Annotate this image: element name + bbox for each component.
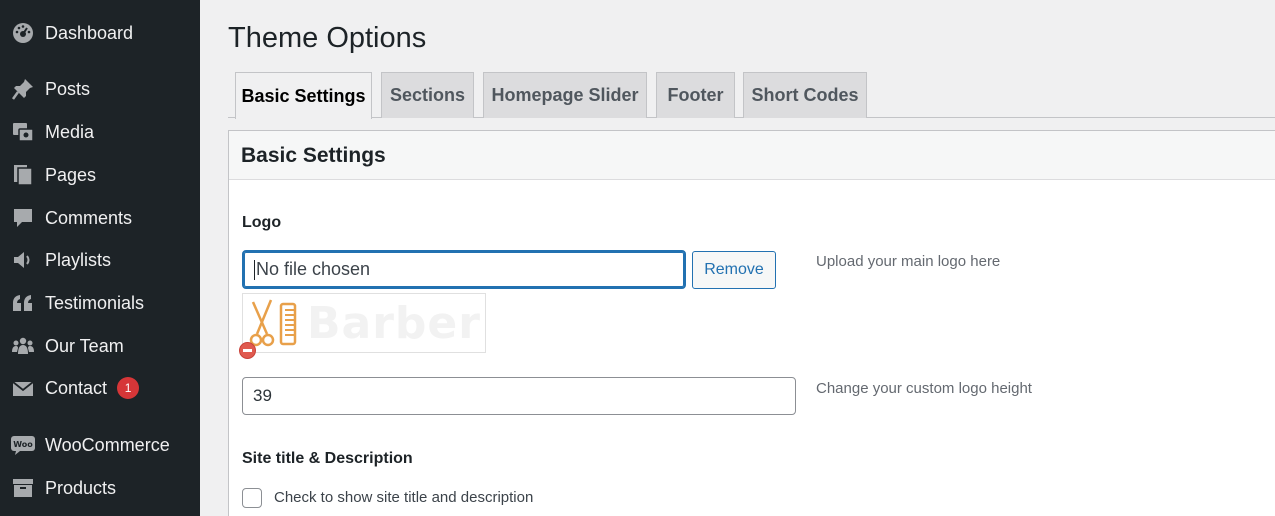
pages-icon: [10, 162, 36, 188]
sidebar-item-pages[interactable]: Pages: [0, 155, 200, 195]
svg-text:Woo: Woo: [13, 440, 33, 449]
sidebar-item-label: Dashboard: [45, 22, 134, 43]
mail-icon: [10, 376, 36, 402]
tab-bar: Basic Settings Sections Homepage Slider …: [228, 72, 1275, 119]
sidebar-item-woocommerce[interactable]: Woo WooCommerce: [0, 425, 200, 465]
remove-image-icon[interactable]: [239, 342, 256, 359]
sidebar-item-playlists[interactable]: Playlists: [0, 240, 200, 280]
sidebar-item-our-team[interactable]: Our Team: [0, 326, 200, 366]
sidebar-item-label: Comments: [45, 207, 133, 228]
tab-basic-settings[interactable]: Basic Settings: [235, 72, 372, 119]
dashboard-icon: [10, 20, 36, 46]
sidebar-item-media[interactable]: Media: [0, 112, 200, 152]
panel-title: Basic Settings: [241, 144, 386, 167]
logo-preview-image: Barber: [242, 293, 486, 353]
woo-icon: Woo: [10, 432, 36, 458]
groups-icon: [10, 333, 36, 359]
sidebar-item-label: Pages: [45, 164, 97, 185]
text-caret: [254, 259, 255, 280]
quote-icon: [10, 290, 36, 316]
logo-height-input[interactable]: 39: [242, 377, 796, 415]
sidebar-item-label-wrap: Contact 1: [45, 377, 140, 400]
archive-icon: [10, 475, 36, 501]
speaker-icon: [10, 247, 36, 273]
sidebar-item-label: WooCommerce: [45, 434, 170, 455]
settings-panel: Basic Settings Logo No file chosen Remov…: [228, 130, 1275, 516]
show-site-title-checkbox[interactable]: [242, 488, 262, 508]
admin-sidebar: Dashboard Posts Media Pages Comments Pla…: [0, 0, 200, 516]
logo-height-help-text: Change your custom logo height: [816, 380, 1032, 397]
page-title: Theme Options: [228, 22, 427, 54]
logo-file-input[interactable]: No file chosen: [242, 250, 686, 289]
notification-badge: 1: [117, 377, 140, 400]
sidebar-item-posts[interactable]: Posts: [0, 69, 200, 109]
sidebar-item-label: Testimonials: [45, 292, 145, 313]
tab-sections[interactable]: Sections: [381, 72, 474, 118]
show-site-title-checkbox-label: Check to show site title and description: [274, 489, 534, 506]
sidebar-item-dashboard[interactable]: Dashboard: [0, 13, 200, 53]
sidebar-item-label: Media: [45, 121, 95, 142]
tab-short-codes[interactable]: Short Codes: [743, 72, 867, 118]
logo-label: Logo: [242, 214, 282, 231]
file-input-placeholder: No file chosen: [256, 259, 371, 279]
sidebar-item-label: Products: [45, 477, 117, 498]
sidebar-item-label: Contact: [45, 377, 108, 398]
tab-homepage-slider[interactable]: Homepage Slider: [483, 72, 647, 118]
site-title-label: Site title & Description: [242, 450, 413, 467]
sidebar-item-label: Posts: [45, 78, 91, 99]
remove-logo-button[interactable]: Remove: [692, 251, 776, 289]
sidebar-item-testimonials[interactable]: Testimonials: [0, 283, 200, 323]
sidebar-item-contact[interactable]: Contact 1: [0, 369, 200, 409]
tab-footer[interactable]: Footer: [656, 72, 735, 118]
sidebar-item-label: Our Team: [45, 335, 124, 356]
media-icon: [10, 119, 36, 145]
sidebar-item-label: Playlists: [45, 249, 112, 270]
sidebar-item-products[interactable]: Products: [0, 468, 200, 508]
sidebar-item-comments[interactable]: Comments: [0, 198, 200, 238]
panel-header: Basic Settings: [229, 131, 1275, 180]
logo-help-text: Upload your main logo here: [816, 253, 1001, 270]
logo-preview-text: Barber: [307, 298, 481, 349]
comment-icon: [10, 205, 36, 231]
pin-icon: [10, 76, 36, 102]
